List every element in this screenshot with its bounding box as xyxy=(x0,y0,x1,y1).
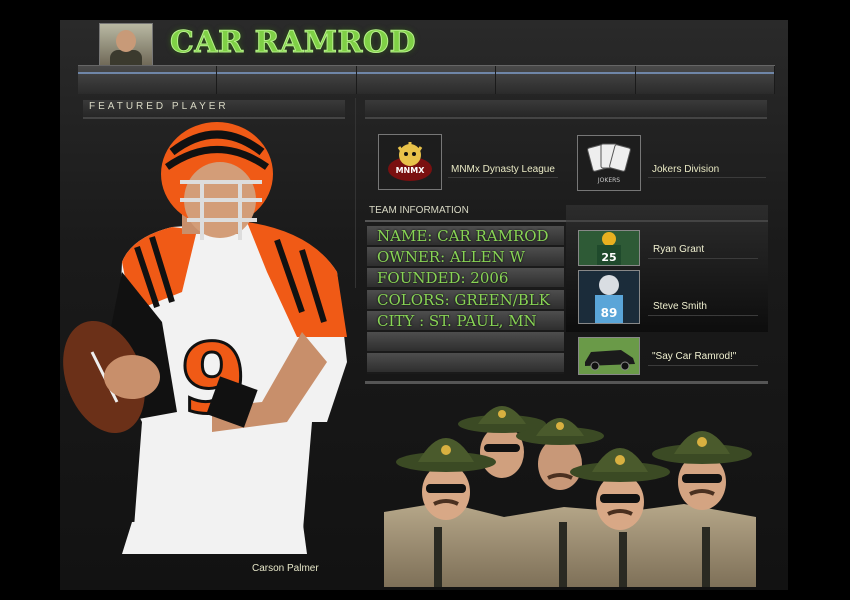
car-ramrod-quote[interactable]: "Say Car Ramrod!" xyxy=(652,351,736,362)
section-divider-line xyxy=(365,381,768,384)
player-list-top-line xyxy=(566,220,768,222)
division-logo-box[interactable]: JOKERS xyxy=(577,135,641,191)
player-underline xyxy=(648,258,758,259)
team-info-row xyxy=(367,353,564,374)
division-name[interactable]: Jokers Division xyxy=(652,164,719,175)
trooper-avatar-icon xyxy=(99,23,153,68)
team-owner-value: OWNER: ALLEN W xyxy=(377,248,525,266)
nav-bar xyxy=(78,65,776,94)
svg-text:MNMX: MNMX xyxy=(396,166,426,175)
team-colors-value: COLORS: GREEN/BLK xyxy=(377,291,550,309)
steve-smith-thumbnail[interactable]: 89 xyxy=(578,270,640,324)
svg-text:JOKERS: JOKERS xyxy=(597,177,620,184)
featured-player-label: FEATURED PLAYER xyxy=(89,101,229,112)
player-name-steve-smith[interactable]: Steve Smith xyxy=(653,301,707,312)
nav-tab-5[interactable] xyxy=(635,66,776,94)
league-name[interactable]: MNMx Dynasty League xyxy=(451,164,555,175)
super-troopers-image[interactable] xyxy=(384,392,756,587)
team-city-value: CITY : ST. PAUL, MN xyxy=(377,312,537,330)
jokers-cards-icon: JOKERS xyxy=(587,143,631,184)
svg-text:89: 89 xyxy=(601,306,618,320)
featured-player-caption[interactable]: Carson Palmer xyxy=(252,563,319,574)
team-name-value: NAME: CAR RAMROD xyxy=(377,227,549,245)
nav-tab-3[interactable] xyxy=(356,66,497,94)
ryan-grant-thumbnail[interactable]: 25 xyxy=(578,230,640,266)
right-header-bar xyxy=(365,100,767,119)
nav-tab-4[interactable] xyxy=(496,66,636,94)
svg-text:25: 25 xyxy=(601,251,616,264)
player-underline xyxy=(648,315,758,316)
nav-tab-1[interactable] xyxy=(78,66,218,94)
league-underline xyxy=(448,177,558,178)
nav-tab-2[interactable] xyxy=(217,66,357,94)
division-underline xyxy=(648,177,766,178)
featured-player-image[interactable]: 9 xyxy=(62,122,352,554)
column-divider xyxy=(355,98,356,288)
team-founded-value: FOUNDED: 2006 xyxy=(377,269,509,287)
team-info-row xyxy=(367,332,564,353)
team-info-title: TEAM INFORMATION xyxy=(369,205,469,216)
car-ramrod-car-thumbnail[interactable] xyxy=(578,337,640,375)
mnmx-logo-icon: MNMX xyxy=(388,142,432,181)
quote-underline xyxy=(648,365,758,366)
team-title: CAR RAMROD xyxy=(169,25,417,61)
player-name-ryan-grant[interactable]: Ryan Grant xyxy=(653,244,704,255)
league-logo-box[interactable]: MNMX xyxy=(378,134,442,190)
